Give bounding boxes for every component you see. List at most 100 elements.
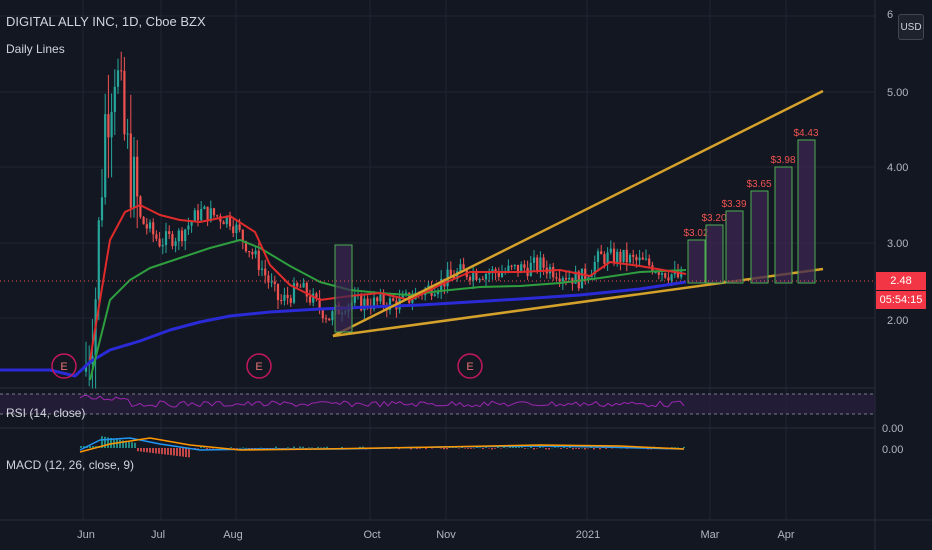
ma-red-line <box>89 204 687 361</box>
macd-bar <box>275 446 277 448</box>
candle <box>539 257 542 271</box>
macd-bar <box>587 448 589 449</box>
candle <box>628 254 632 263</box>
candle <box>110 111 113 138</box>
macd-bar <box>233 448 235 449</box>
candle <box>353 295 356 303</box>
candle <box>203 206 206 209</box>
candle <box>609 248 612 253</box>
macd-bar <box>158 448 160 454</box>
macd-bar <box>287 447 289 448</box>
candle <box>513 264 516 267</box>
candle <box>600 251 603 255</box>
upper-trendline <box>332 89 824 338</box>
macd-bar <box>560 448 562 449</box>
projection-label: $3.39 <box>721 199 746 210</box>
macd-bar <box>173 448 175 456</box>
candle <box>497 273 500 277</box>
macd-bar <box>605 448 607 449</box>
candle <box>568 277 571 280</box>
macd-bar <box>506 447 508 449</box>
macd-bar <box>443 448 445 450</box>
macd-bar <box>164 448 166 455</box>
projection-box <box>725 210 744 284</box>
macd-bar <box>500 448 502 449</box>
macd-bar <box>209 448 211 449</box>
projection-box <box>774 166 793 284</box>
time-axis-label: Nov <box>436 529 456 541</box>
candle <box>648 258 651 266</box>
candle <box>523 264 526 268</box>
candle <box>632 254 635 257</box>
macd-bar <box>482 448 484 450</box>
candle <box>254 250 257 255</box>
macd-label: MACD (12, 26, close, 9) <box>6 458 135 472</box>
candle <box>625 249 628 263</box>
candle <box>459 264 462 272</box>
candle <box>212 208 216 216</box>
macd-bar <box>488 448 490 449</box>
macd-bar <box>479 447 481 449</box>
candle <box>241 229 244 242</box>
macd-bar <box>185 448 187 457</box>
candle <box>238 224 241 230</box>
macd-bar <box>320 447 322 448</box>
candle <box>657 271 660 275</box>
candle <box>510 265 513 267</box>
macd-bar <box>152 448 154 454</box>
macd-bar <box>593 448 595 450</box>
candle <box>104 114 107 198</box>
candle <box>667 277 670 281</box>
earnings-marker: E <box>246 353 272 379</box>
macd-bar <box>293 446 295 448</box>
candle <box>670 274 673 281</box>
macd-bar <box>611 448 613 449</box>
rsi-label: RSI (14, close) <box>6 406 86 420</box>
price-axis-label: 5.00 <box>887 87 908 99</box>
macd-bar <box>581 447 583 449</box>
earnings-label: E <box>466 361 473 373</box>
macd-bar <box>302 446 304 448</box>
macd-bar <box>155 448 157 454</box>
candle <box>302 282 305 288</box>
macd-bar <box>341 446 343 448</box>
candle <box>612 248 616 264</box>
time-axis-label: Jun <box>77 529 95 541</box>
macd-bar <box>143 448 145 452</box>
candle <box>180 230 184 242</box>
projection-label: $3.20 <box>701 213 726 224</box>
macd-bar <box>557 447 559 449</box>
candle <box>308 296 312 303</box>
candle <box>174 241 177 246</box>
candle <box>603 254 606 264</box>
candle <box>100 197 104 221</box>
price-chart[interactable]: $3.02 $3.20 $3.39$3.65 $3.98 $4.43 E E E 5.00 4.0… <box>0 0 932 550</box>
time-axis-label: Apr <box>777 529 794 541</box>
price-axis-label: 6 <box>887 9 893 21</box>
candle <box>478 278 481 280</box>
currency-button[interactable]: USD <box>898 14 924 40</box>
candle <box>123 70 126 135</box>
countdown-tag: 05:54:15 <box>876 291 926 309</box>
macd-bar <box>494 448 496 449</box>
macd-bar <box>176 448 178 456</box>
candle <box>638 257 641 261</box>
macd-bar <box>683 446 685 448</box>
candle <box>462 264 465 270</box>
candle <box>113 86 116 112</box>
earnings-label: E <box>60 361 67 373</box>
macd-bar <box>131 442 133 448</box>
price-axis-label: 3.00 <box>887 238 908 250</box>
macd-bar <box>473 448 475 449</box>
candle <box>475 271 478 280</box>
candle <box>260 268 264 270</box>
macd-bar <box>599 448 601 450</box>
macd-bar <box>188 448 190 458</box>
candle <box>536 257 539 271</box>
candle <box>107 114 110 138</box>
macd-bar <box>575 448 577 449</box>
macd-bar <box>149 448 151 453</box>
macd-bar <box>536 448 538 449</box>
candle <box>184 229 187 242</box>
macd-bar <box>515 446 517 448</box>
